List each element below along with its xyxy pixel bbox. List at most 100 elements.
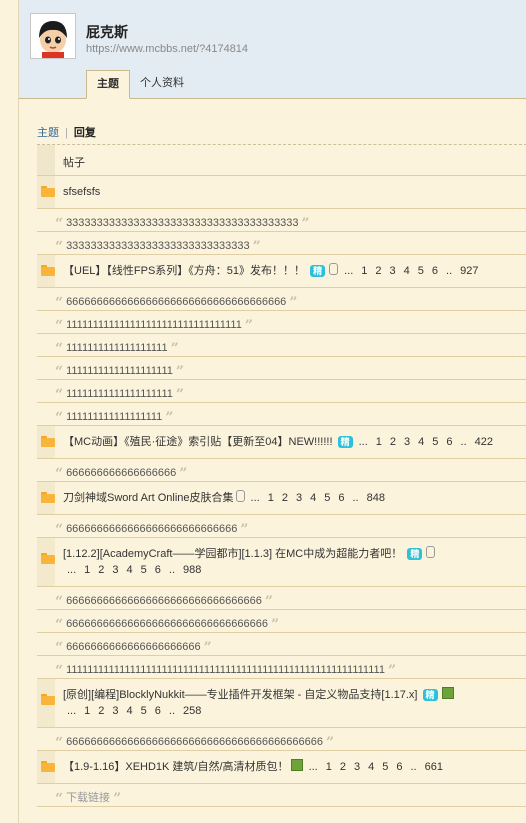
page-link[interactable]: 2	[390, 436, 396, 448]
subnav-threads-link[interactable]: 主题	[37, 127, 59, 139]
reply-quote[interactable]: “666666666666666666”	[55, 464, 187, 482]
reply-quote[interactable]: “下载链接”	[55, 789, 121, 807]
close-quote-icon: ”	[264, 594, 273, 610]
avatar[interactable]	[30, 13, 76, 59]
last-page-link[interactable]: 988	[183, 564, 201, 576]
page-link[interactable]: 6	[338, 492, 344, 504]
page-link[interactable]: 4	[127, 705, 133, 717]
folder-icon	[41, 492, 55, 503]
thread-row: 【UEL】【线性FPS系列】《方舟：51》发布！！！ 精... 1 2 3 4 5 6.. 9…	[37, 255, 526, 288]
open-quote-icon: “	[55, 387, 64, 403]
pagination-dots: ..	[168, 564, 176, 576]
reply-quote[interactable]: “33333333333333333333333333333333333333”	[55, 214, 310, 232]
reply-quote[interactable]: “666666666666666666666666666666666666666…	[55, 733, 334, 751]
last-page-link[interactable]: 422	[475, 436, 493, 448]
reply-quote[interactable]: “666666666666666666666666666666666666”	[55, 293, 297, 311]
thread-title-link[interactable]: 【MC动画】《殖民·征途》索引贴【更新至04】NEW!!!!!!	[63, 436, 333, 448]
close-quote-icon: ”	[387, 663, 397, 679]
last-page-link[interactable]: 661	[425, 761, 443, 773]
page-link[interactable]: 4	[404, 265, 410, 277]
reply-quote-row: “111111111111111111111111111111111111111…	[37, 656, 526, 679]
reply-text: 6666666666666666666666	[66, 641, 201, 653]
subnav-separator: |	[65, 127, 68, 139]
reply-quote[interactable]: “11111111111111111111”	[55, 362, 184, 380]
page-link[interactable]: 6	[432, 265, 438, 277]
page-link[interactable]: 6	[155, 564, 161, 576]
reply-quote-row: “11111111111111111111”	[37, 380, 526, 403]
page-link[interactable]: 6	[396, 761, 402, 773]
page-link[interactable]: 5	[418, 265, 424, 277]
reply-text: 333333333333333333333333333333	[66, 240, 250, 252]
thread-title-link[interactable]: [1.12.2][AcademyCraft——学园都市][1.1.3] 在MC中…	[63, 548, 402, 560]
subnav-replies-link[interactable]: 回复	[74, 127, 96, 139]
reply-quote-row: “1111111111111111111”	[37, 334, 526, 357]
reply-quote[interactable]: “1111111111111111111”	[55, 339, 179, 357]
tab-profile[interactable]: 个人资料	[130, 70, 194, 97]
open-quote-icon: “	[55, 216, 64, 232]
last-page-link[interactable]: 927	[460, 265, 478, 277]
reply-quote[interactable]: “111111111111111111111111111111111111111…	[55, 661, 397, 679]
thread-title-link[interactable]: sfsefsfs	[63, 186, 100, 198]
profile-header: 屁克斯 https://www.mcbbs.net/?4174814 主题 个人…	[19, 0, 526, 99]
tab-threads[interactable]: 主题	[86, 70, 130, 99]
reply-quote[interactable]: “333333333333333333333333333333”	[55, 237, 261, 255]
page-link[interactable]: 5	[382, 761, 388, 773]
close-quote-icon: ”	[203, 640, 212, 656]
page-link[interactable]: 1	[268, 492, 274, 504]
page-link[interactable]: 6	[446, 436, 452, 448]
page-link[interactable]: 2	[98, 705, 104, 717]
thread-title-link[interactable]: 【1.9-1.16】XEHD1K 建筑/自然/高清材质包！	[63, 761, 289, 773]
page-link[interactable]: 5	[324, 492, 330, 504]
pagination-dots: ..	[168, 705, 176, 717]
page-link[interactable]: 4	[127, 564, 133, 576]
pagination: ... 1 2 3 4 5 6.. 988	[63, 564, 205, 576]
last-page-link[interactable]: 258	[183, 705, 201, 717]
thread-content: [1.12.2][AcademyCraft——学园都市][1.1.3] 在MC中…	[37, 538, 526, 586]
page-link[interactable]: 2	[98, 564, 104, 576]
reply-quote[interactable]: “111111111111111111111111111111111”	[55, 316, 253, 334]
thread-title-link[interactable]: 刀剑神域Sword Art Online皮肤合集	[63, 492, 234, 504]
page-link[interactable]: 1	[84, 705, 90, 717]
page-link[interactable]: 5	[432, 436, 438, 448]
page-link[interactable]: 4	[310, 492, 316, 504]
reply-quote[interactable]: “111111111111111111”	[55, 408, 173, 426]
reply-quote[interactable]: “6666666666666666666666”	[55, 638, 212, 656]
reply-quote[interactable]: “666666666666666666666666666666666”	[55, 615, 279, 633]
thread-title-link[interactable]: [原创][编程]BlocklyNukkit——专业插件开发框架 - 自定义物品支…	[63, 689, 417, 701]
page-link[interactable]: 1	[84, 564, 90, 576]
thread-title-link[interactable]: 【UEL】【线性FPS系列】《方舟：51》发布！！！	[63, 265, 305, 277]
reply-quote[interactable]: “11111111111111111111”	[55, 385, 184, 403]
page-link[interactable]: 2	[282, 492, 288, 504]
page-link[interactable]: 2	[375, 265, 381, 277]
page-link[interactable]: 3	[296, 492, 302, 504]
page-link[interactable]: 4	[368, 761, 374, 773]
thread-content: 【MC动画】《殖民·征途》索引贴【更新至04】NEW!!!!!! 精... 1 2 3…	[37, 426, 526, 458]
page-link[interactable]: 3	[390, 265, 396, 277]
pagination: ... 1 2 3 4 5 6.. 422	[355, 436, 497, 448]
page-link[interactable]: 2	[340, 761, 346, 773]
open-quote-icon: “	[55, 522, 64, 538]
pagination-ellipsis: ...	[67, 564, 77, 576]
thread-content: 【UEL】【线性FPS系列】《方舟：51》发布！！！ 精... 1 2 3 4 5 6.. 9…	[37, 255, 526, 287]
page-link[interactable]: 1	[376, 436, 382, 448]
open-quote-icon: “	[55, 640, 64, 656]
page-link[interactable]: 3	[112, 705, 118, 717]
page-link[interactable]: 5	[141, 564, 147, 576]
last-page-link[interactable]: 848	[367, 492, 385, 504]
page-link[interactable]: 1	[326, 761, 332, 773]
reply-quote[interactable]: “6666666666666666666666666666”	[55, 520, 248, 538]
avatar-image	[31, 14, 75, 58]
page-link[interactable]: 1	[361, 265, 367, 277]
reply-quote-row: “666666666666666666666666666666666666666…	[37, 728, 526, 751]
page-link[interactable]: 6	[155, 705, 161, 717]
page-link[interactable]: 5	[141, 705, 147, 717]
folder-icon	[41, 265, 55, 276]
pagination-dots: ..	[410, 761, 417, 773]
page-link[interactable]: 4	[418, 436, 424, 448]
user-url[interactable]: https://www.mcbbs.net/?4174814	[86, 43, 248, 55]
page-link[interactable]: 3	[112, 564, 118, 576]
reply-quote[interactable]: “66666666666666666666666666666666”	[55, 592, 273, 610]
reply-quote-row: “66666666666666666666666666666666”	[37, 587, 526, 610]
page-link[interactable]: 3	[404, 436, 410, 448]
page-link[interactable]: 3	[354, 761, 360, 773]
